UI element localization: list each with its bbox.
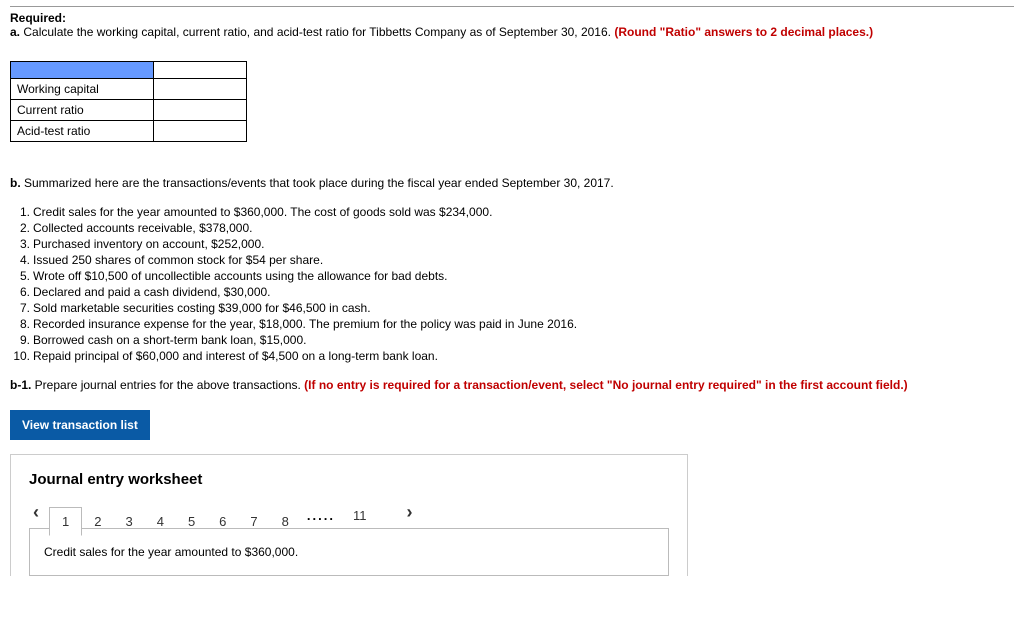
table-row: Acid-test ratio: [11, 121, 247, 142]
list-item: 8. Recorded insurance expense for the ye…: [10, 316, 1014, 332]
list-item-number: 2.: [10, 220, 33, 236]
list-item: 1. Credit sales for the year amounted to…: [10, 204, 1014, 220]
list-item: 6. Declared and paid a cash dividend, $3…: [10, 284, 1014, 300]
list-item-number: 4.: [10, 252, 33, 268]
list-item: 4. Issued 250 shares of common stock for…: [10, 252, 1014, 268]
list-item-number: 10.: [10, 348, 33, 364]
pager-tab-last[interactable]: 11: [341, 502, 379, 529]
chevron-right-icon[interactable]: ›: [402, 502, 422, 529]
list-item: 9. Borrowed cash on a short-term bank lo…: [10, 332, 1014, 348]
list-item-text: Repaid principal of $60,000 and interest…: [33, 348, 438, 364]
list-item: 7. Sold marketable securities costing $3…: [10, 300, 1014, 316]
list-item: 5. Wrote off $10,500 of uncollectible ac…: [10, 268, 1014, 284]
worksheet-pager: ‹ 12345678 ..... 11 ›: [29, 502, 669, 529]
pager-dots: .....: [301, 502, 341, 529]
calc-row-input[interactable]: [154, 100, 247, 121]
transaction-list: 1. Credit sales for the year amounted to…: [10, 204, 1014, 364]
calc-row-label: Acid-test ratio: [11, 121, 154, 142]
list-item-text: Wrote off $10,500 of uncollectible accou…: [33, 268, 448, 284]
part-b: b. Summarized here are the transactions/…: [10, 176, 1014, 190]
part-b1-prefix: b-1.: [10, 378, 31, 392]
list-item-number: 5.: [10, 268, 33, 284]
calc-table: Working capital Current ratio Acid-test …: [10, 61, 247, 142]
part-b1-note: (If no entry is required for a transacti…: [304, 378, 908, 392]
journal-entry-text: Credit sales for the year amounted to $3…: [44, 545, 298, 559]
list-item-number: 8.: [10, 316, 33, 332]
list-item-text: Issued 250 shares of common stock for $5…: [33, 252, 323, 268]
calc-row-label: Working capital: [11, 79, 154, 100]
part-b-prefix: b.: [10, 176, 21, 190]
chevron-left-icon[interactable]: ‹: [29, 502, 49, 529]
list-item: 2. Collected accounts receivable, $378,0…: [10, 220, 1014, 236]
part-b1-text: Prepare journal entries for the above tr…: [31, 378, 304, 392]
list-item-text: Recorded insurance expense for the year,…: [33, 316, 577, 332]
calc-row-input[interactable]: [154, 121, 247, 142]
pager-tab[interactable]: 1: [49, 507, 82, 536]
table-row: Working capital: [11, 79, 247, 100]
list-item-text: Collected accounts receivable, $378,000.: [33, 220, 252, 236]
part-a-text: Calculate the working capital, current r…: [20, 25, 614, 39]
table-row: Current ratio: [11, 100, 247, 121]
list-item: 10. Repaid principal of $60,000 and inte…: [10, 348, 1014, 364]
list-item-text: Borrowed cash on a short-term bank loan,…: [33, 332, 307, 348]
list-item-text: Sold marketable securities costing $39,0…: [33, 300, 371, 316]
list-item-number: 9.: [10, 332, 33, 348]
list-item-text: Purchased inventory on account, $252,000…: [33, 236, 265, 252]
list-item-number: 6.: [10, 284, 33, 300]
list-item-text: Credit sales for the year amounted to $3…: [33, 204, 492, 220]
view-transaction-list-button[interactable]: View transaction list: [10, 410, 150, 440]
list-item-number: 3.: [10, 236, 33, 252]
list-item-number: 7.: [10, 300, 33, 316]
calc-row-input[interactable]: [154, 79, 247, 100]
journal-worksheet: Journal entry worksheet ‹ 12345678 .....…: [10, 454, 688, 576]
worksheet-title: Journal entry worksheet: [29, 471, 669, 488]
required-header: Required: a. Calculate the working capit…: [10, 11, 1014, 39]
list-item: 3. Purchased inventory on account, $252,…: [10, 236, 1014, 252]
list-item-number: 1.: [10, 204, 33, 220]
list-item-text: Declared and paid a cash dividend, $30,0…: [33, 284, 271, 300]
part-b1: b-1. Prepare journal entries for the abo…: [10, 378, 1014, 392]
part-a-prefix: a.: [10, 25, 20, 39]
calc-row-label: Current ratio: [11, 100, 154, 121]
journal-entry-panel: Credit sales for the year amounted to $3…: [29, 528, 669, 576]
part-a-note: (Round "Ratio" answers to 2 decimal plac…: [614, 25, 873, 39]
part-b-text: Summarized here are the transactions/eve…: [21, 176, 614, 190]
required-label: Required:: [10, 11, 66, 25]
